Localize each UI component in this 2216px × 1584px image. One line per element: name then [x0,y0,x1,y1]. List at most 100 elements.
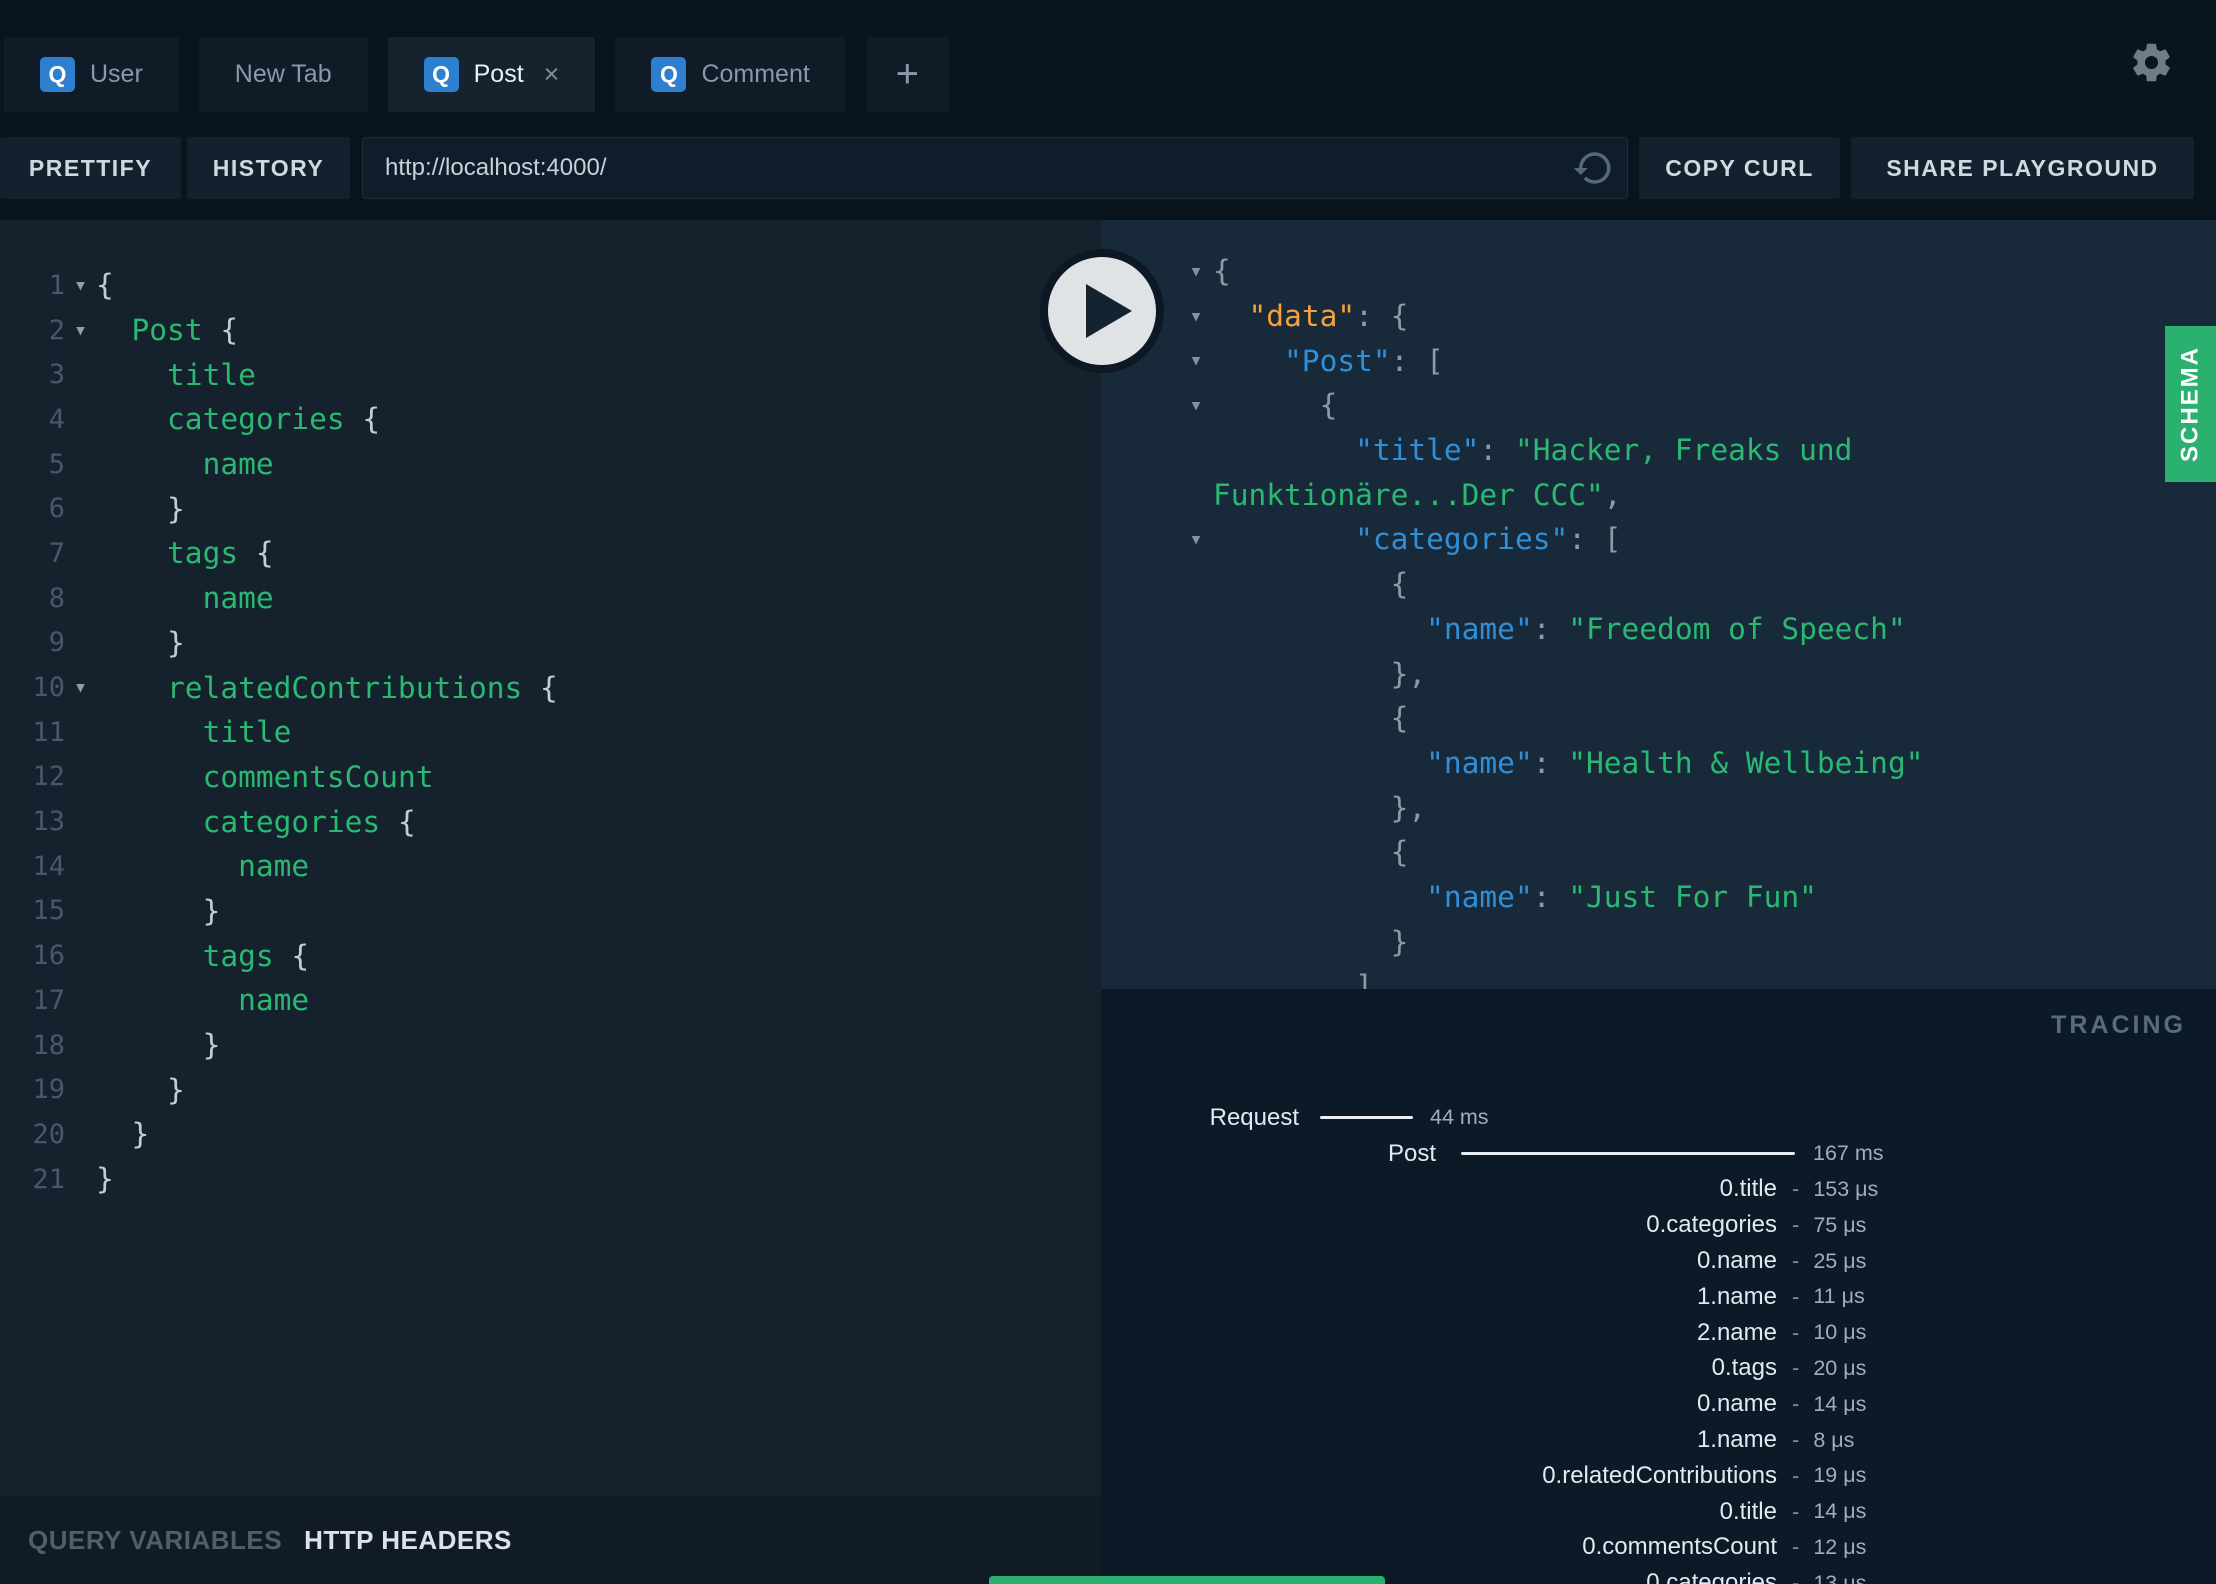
editor-line: 19 } [0,1067,1101,1112]
line-number: 6 [48,493,65,525]
add-tab-button[interactable]: + [865,37,949,112]
fold-arrow-icon[interactable]: ▾ [65,318,96,343]
trace-label: 0.commentsCount [1582,1533,1777,1561]
trace-timeline-bar [1461,1152,1795,1156]
response-line: { [1390,835,1409,870]
response-pane[interactable]: ▾{▾ "data": {▾ "Post": [▾ { "title": "Ha… [1101,220,2216,989]
trace-duration: 13 μs [1813,1570,1867,1584]
editor-line: 11 title [0,710,1101,755]
tracing-row: 0.commentsCount -12 μs [1101,1530,2216,1566]
trace-duration: 14 μs [1813,1391,1867,1416]
fold-arrow-icon[interactable]: ▾ [65,273,96,298]
close-tab-icon[interactable]: × [544,61,560,88]
trace-duration: 8 μs [1813,1427,1855,1452]
trace-label: 2.name [1696,1318,1777,1346]
trace-dash: - [1792,1283,1800,1309]
tab-post[interactable]: Q Post × [387,37,596,112]
fold-arrow-icon[interactable]: ▾ [1183,527,1209,552]
editor-line: 7 tags { [0,531,1101,576]
tab-bar: Q User New Tab Q Post × Q Comment + [0,0,2216,131]
trace-dash: - [1792,1319,1800,1345]
trace-duration: 153 μs [1813,1176,1879,1201]
trace-dash: - [1792,1176,1800,1202]
response-line: ▾ { [1101,383,2216,428]
share-playground-button[interactable]: SHARE PLAYGROUND [1851,137,2194,199]
tracing-row: Request 44 ms [1101,1100,2216,1136]
trace-label: 1.name [1696,1282,1777,1310]
query-editor-lines: 1 ▾{2 ▾ Post {3 title 4 categories {5 name 6… [0,263,1101,1201]
settings-gear-icon[interactable] [2129,40,2174,85]
editor-line: 6 } [0,486,1101,531]
reload-schema-icon[interactable] [1572,147,1614,189]
play-icon [1086,284,1132,338]
tracing-row: 0.tags -20 μs [1101,1351,2216,1387]
history-button[interactable]: HISTORY [187,137,350,199]
editor-line: 1 ▾{ [0,263,1101,308]
tab-comment[interactable]: Q Comment [615,37,846,112]
fold-arrow-icon[interactable]: ▾ [65,675,96,700]
http-headers-tab[interactable]: HTTP HEADERS [304,1525,512,1556]
trace-label: Request [1209,1103,1299,1131]
trace-dash: - [1792,1534,1800,1560]
trace-duration: 14 μs [1813,1499,1867,1524]
trace-label: 0.title [1719,1175,1777,1203]
tracing-row: Post 167 ms [1101,1136,2216,1172]
line-number: 19 [32,1074,65,1106]
trace-dash: - [1792,1391,1800,1417]
line-number: 10 [32,672,65,704]
editor-line: 4 categories { [0,397,1101,442]
trace-label: 0.categories [1646,1211,1777,1239]
line-number: 13 [32,806,65,838]
line-number: 4 [48,403,65,435]
line-number: 12 [32,761,65,793]
tab-label: Post [473,60,524,88]
tab-user[interactable]: Q User [4,37,179,112]
schema-side-tab[interactable]: SCHEMA [2165,326,2216,482]
trace-timeline-bar [1320,1116,1413,1120]
tracing-row: 0.categories -75 μs [1101,1207,2216,1243]
fold-arrow-icon[interactable]: ▾ [1183,259,1209,284]
trace-label: 0.name [1696,1247,1777,1275]
response-line: "title": "Hacker, Freaks und [1355,433,1853,468]
editor-line: 12 commentsCount [0,755,1101,800]
trace-label: 0.title [1719,1497,1777,1525]
fold-arrow-icon[interactable]: ▾ [1183,304,1209,329]
trace-dash: - [1792,1355,1800,1381]
trace-duration: 19 μs [1813,1463,1867,1488]
response-line: "name": "Health & Wellbeing" [1426,745,1924,780]
url-input[interactable] [362,137,1628,199]
trace-duration: 167 ms [1813,1141,1884,1166]
tab-label: User [90,60,143,88]
response-line: { [1390,567,1409,602]
fold-arrow-icon[interactable]: ▾ [1183,393,1209,418]
editor-line: 3 title [0,352,1101,397]
tracing-panel[interactable]: TRACING Request 44 ms Post 167 ms 0.title -15… [1101,989,2216,1584]
trace-dash: - [1792,1498,1800,1524]
editor-line: 17 name [0,978,1101,1023]
editor-line: 9 } [0,621,1101,666]
prettify-button[interactable]: PRETTIFY [0,137,181,199]
trace-duration: 10 μs [1813,1320,1867,1345]
trace-duration: 25 μs [1813,1248,1867,1273]
editor-line: 21} [0,1157,1101,1202]
copy-curl-button[interactable]: COPY CURL [1639,137,1840,199]
response-line: { [1390,701,1409,736]
tab-new-tab[interactable]: New Tab [198,37,368,112]
query-editor-pane[interactable]: 1 ▾{2 ▾ Post {3 title 4 categories {5 name 6… [0,220,1101,1496]
tab-bar-tabs: Q User New Tab Q Post × Q Comment + [4,37,949,112]
tracing-row: 0.relatedContributions -19 μs [1101,1458,2216,1494]
editor-line: 18 } [0,1023,1101,1068]
tracing-row: 0.title -14 μs [1101,1494,2216,1530]
editor-line: 13 categories { [0,799,1101,844]
tab-label: New Tab [234,60,332,88]
query-variables-tab[interactable]: QUERY VARIABLES [28,1525,282,1556]
query-tab-icon: Q [423,57,459,92]
trace-label: 0.relatedContributions [1542,1461,1777,1489]
tab-label: Comment [701,60,810,88]
editor-line: 14 name [0,844,1101,889]
fold-arrow-icon[interactable]: ▾ [1183,348,1209,373]
response-line: "name": "Freedom of Speech" [1426,611,1906,646]
trace-label: 1.name [1696,1426,1777,1454]
url-bar [362,137,1628,199]
execute-query-button[interactable] [1040,249,1164,373]
